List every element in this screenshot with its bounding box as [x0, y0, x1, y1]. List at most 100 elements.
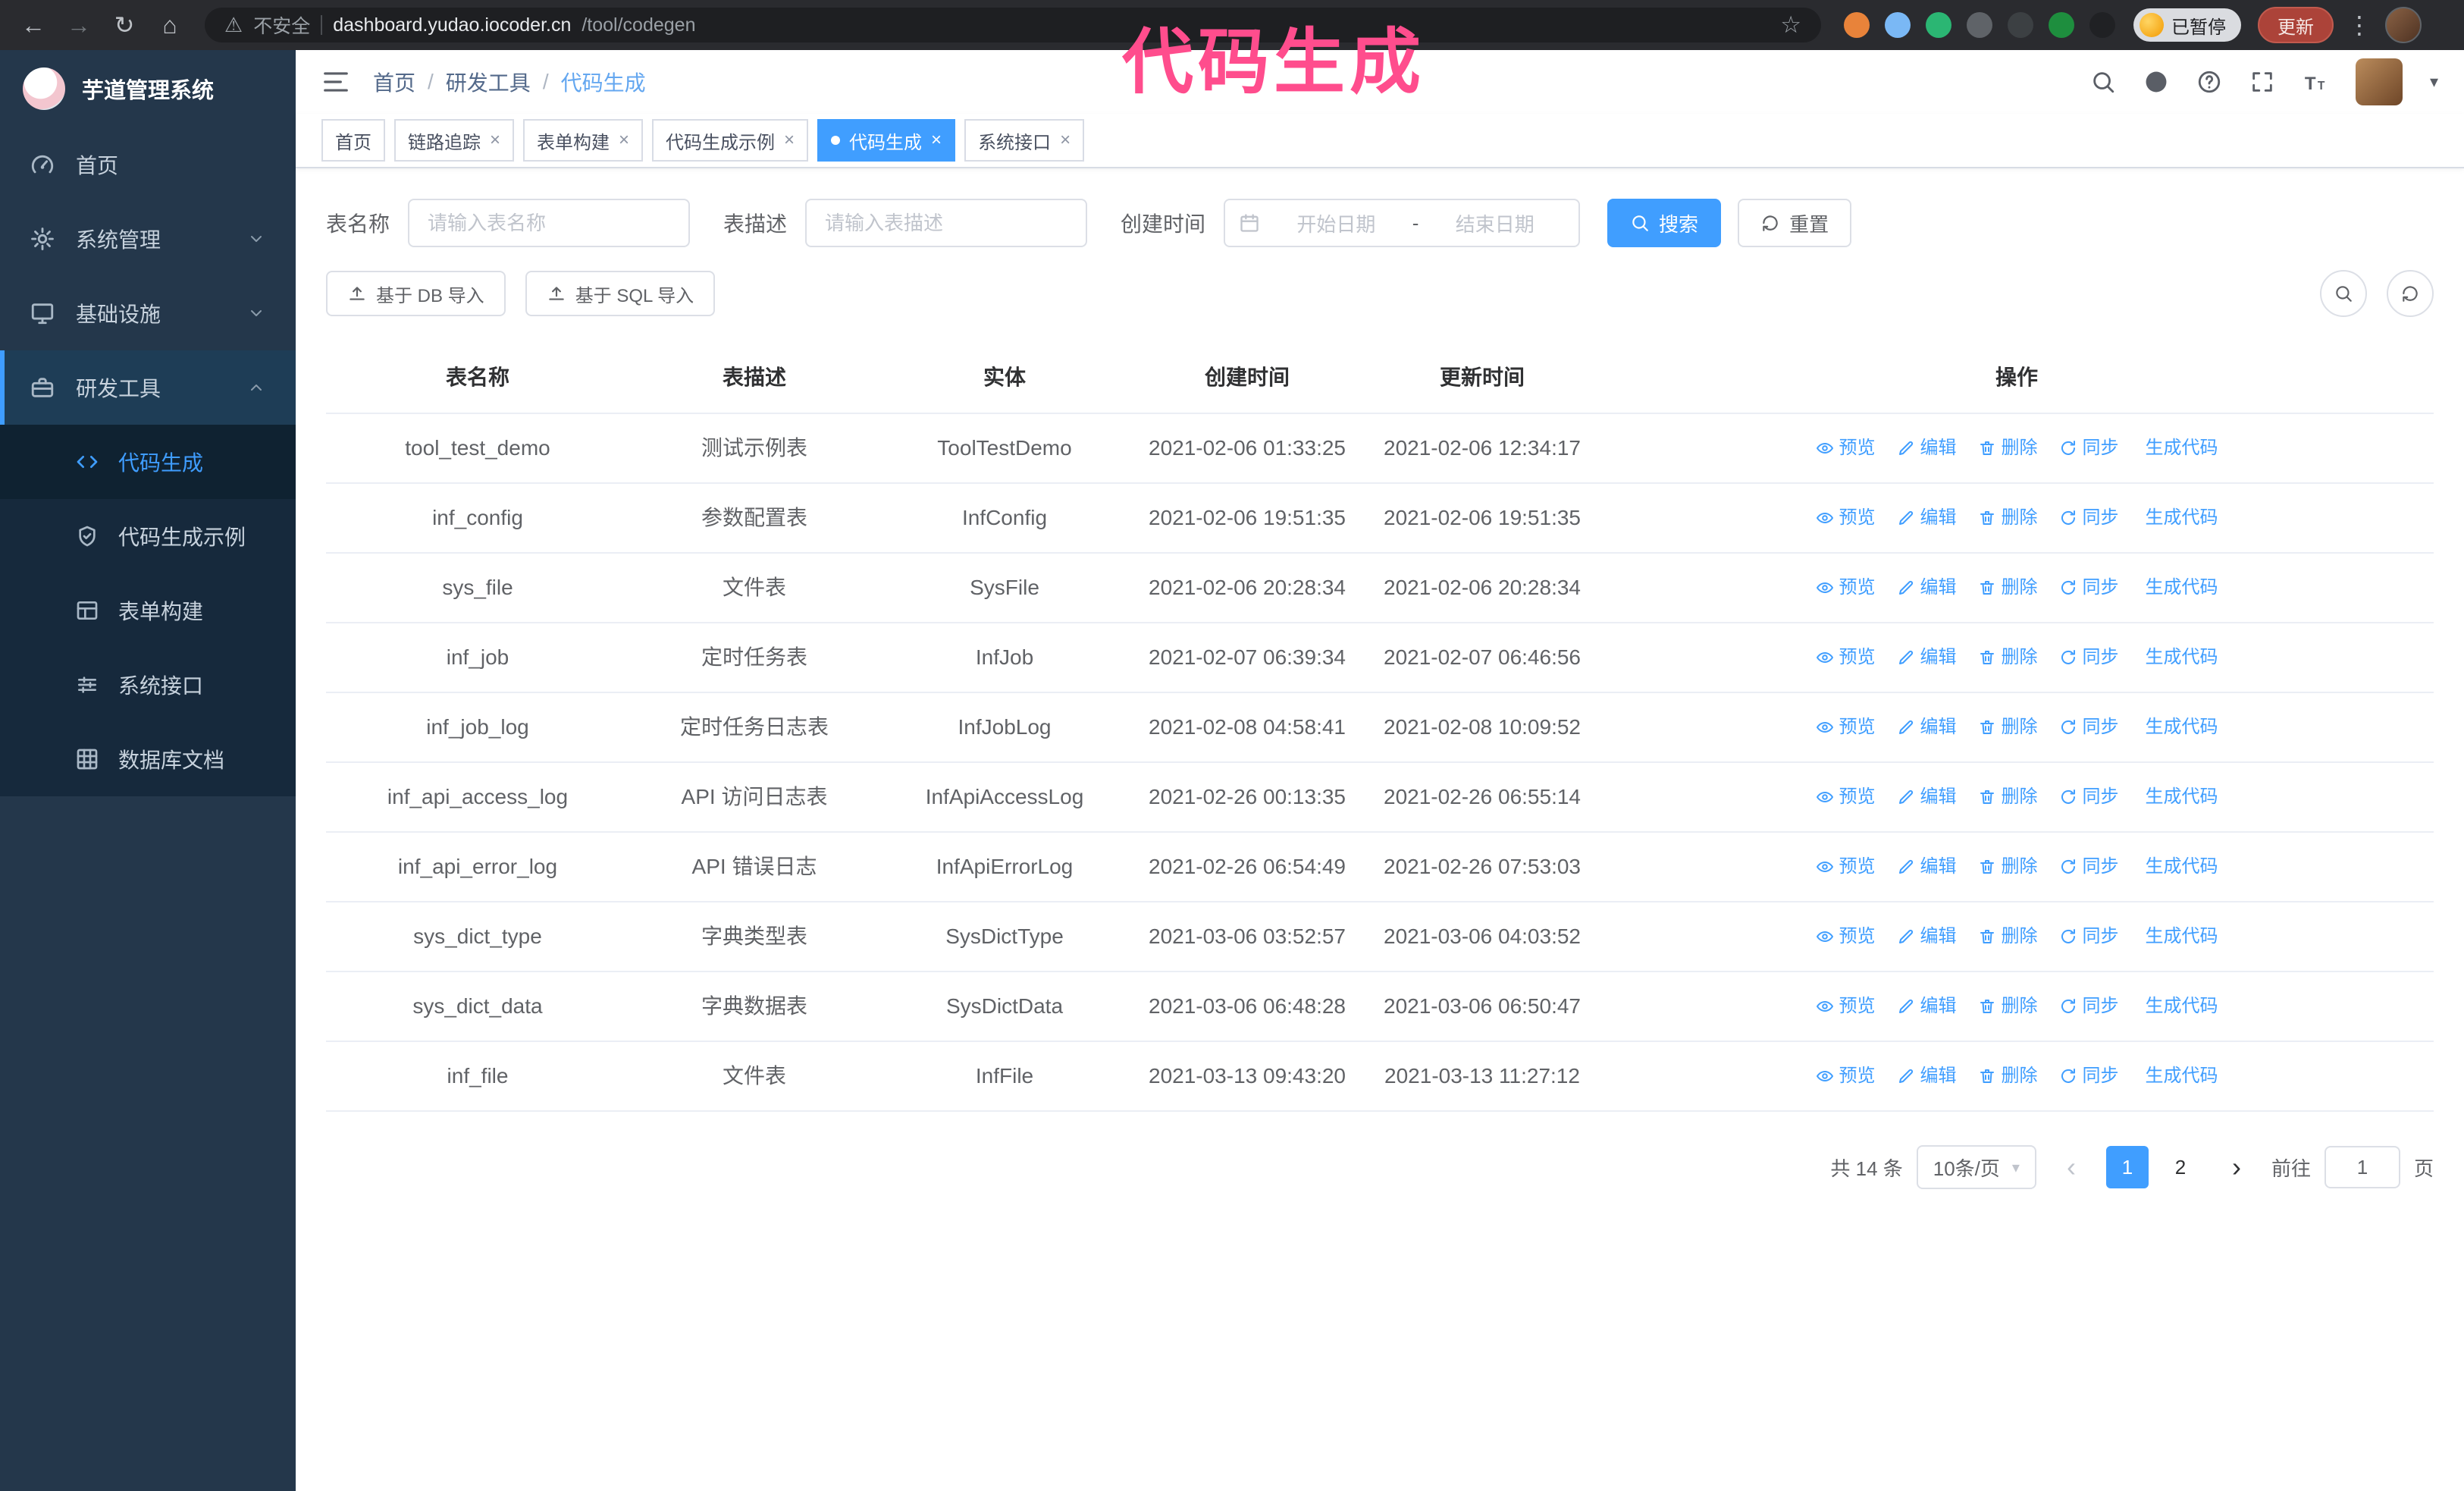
delete-action[interactable]: 删除	[1978, 434, 2038, 463]
preview-action[interactable]: 预览	[1816, 573, 1876, 602]
sidebar-item-1[interactable]: 首页	[0, 127, 296, 202]
edit-action[interactable]: 编辑	[1897, 573, 1957, 602]
edit-action[interactable]: 编辑	[1897, 434, 1957, 463]
delete-action[interactable]: 删除	[1978, 992, 2038, 1021]
extension-lightblue-icon[interactable]	[1885, 12, 1911, 38]
close-icon[interactable]: ×	[490, 130, 500, 151]
breadcrumb-item[interactable]: 首页	[373, 67, 415, 97]
generate-code-action[interactable]: 生成代码	[2140, 643, 2218, 672]
sidebar-logo[interactable]: 芋道管理系统	[0, 50, 296, 127]
sidebar-subitem-3[interactable]: 表单构建	[0, 573, 296, 648]
import-db-button[interactable]: 基于 DB 导入	[326, 271, 506, 316]
generate-code-action[interactable]: 生成代码	[2140, 1062, 2218, 1091]
sync-action[interactable]: 同步	[2059, 643, 2119, 672]
close-icon[interactable]: ×	[784, 130, 795, 151]
browser-profile-avatar[interactable]	[2385, 7, 2422, 43]
tab-6[interactable]: 系统接口 ×	[964, 119, 1085, 162]
generate-code-action[interactable]: 生成代码	[2140, 852, 2218, 881]
preview-action[interactable]: 预览	[1816, 922, 1876, 951]
date-start-placeholder[interactable]: 开始日期	[1266, 209, 1406, 237]
edit-action[interactable]: 编辑	[1897, 713, 1957, 742]
edit-action[interactable]: 编辑	[1897, 1062, 1957, 1091]
tab-5[interactable]: 代码生成 ×	[817, 119, 956, 162]
fullscreen-icon[interactable]	[2249, 69, 2275, 95]
sidebar-item-4[interactable]: 研发工具	[0, 350, 296, 425]
sync-action[interactable]: 同步	[2059, 992, 2119, 1021]
sync-action[interactable]: 同步	[2059, 573, 2119, 602]
close-icon[interactable]: ×	[619, 130, 629, 151]
close-icon[interactable]: ×	[931, 130, 942, 151]
home-icon[interactable]: ⌂	[150, 5, 190, 45]
delete-action[interactable]: 删除	[1978, 573, 2038, 602]
tab-2[interactable]: 链路追踪 ×	[394, 119, 515, 162]
sync-action[interactable]: 同步	[2059, 1062, 2119, 1091]
extension-grid-icon[interactable]	[1967, 12, 1992, 38]
sidebar-subitem-2[interactable]: 代码生成示例	[0, 499, 296, 573]
forward-icon[interactable]: →	[59, 5, 99, 45]
delete-action[interactable]: 删除	[1978, 852, 2038, 881]
caret-down-icon[interactable]: ▾	[2430, 72, 2438, 92]
user-avatar[interactable]	[2355, 58, 2403, 105]
sync-action[interactable]: 同步	[2059, 434, 2119, 463]
generate-code-action[interactable]: 生成代码	[2140, 434, 2218, 463]
extension-leaf-icon[interactable]	[2049, 12, 2074, 38]
sync-action[interactable]: 同步	[2059, 713, 2119, 742]
import-sql-button[interactable]: 基于 SQL 导入	[525, 271, 716, 316]
preview-action[interactable]: 预览	[1816, 783, 1876, 811]
back-icon[interactable]: ←	[14, 5, 53, 45]
edit-action[interactable]: 编辑	[1897, 852, 1957, 881]
edit-action[interactable]: 编辑	[1897, 783, 1957, 811]
breadcrumb-item[interactable]: 研发工具	[446, 67, 531, 97]
preview-action[interactable]: 预览	[1816, 852, 1876, 881]
page-button-2[interactable]: 2	[2158, 1146, 2202, 1188]
bookmark-star-icon[interactable]: ☆	[1780, 11, 1801, 39]
sidebar-item-3[interactable]: 基础设施	[0, 276, 296, 350]
sidebar-item-2[interactable]: 系统管理	[0, 202, 296, 276]
next-page-button[interactable]: ›	[2215, 1146, 2258, 1188]
generate-code-action[interactable]: 生成代码	[2140, 922, 2218, 951]
edit-action[interactable]: 编辑	[1897, 504, 1957, 532]
table-desc-input[interactable]	[805, 199, 1088, 247]
delete-action[interactable]: 删除	[1978, 922, 2038, 951]
tab-3[interactable]: 表单构建 ×	[523, 119, 644, 162]
generate-code-action[interactable]: 生成代码	[2140, 992, 2218, 1021]
browser-menu-icon[interactable]: ⋮	[2340, 11, 2379, 39]
search-button[interactable]: 搜索	[1607, 199, 1722, 247]
preview-action[interactable]: 预览	[1816, 504, 1876, 532]
goto-page-input[interactable]	[2324, 1146, 2400, 1188]
reload-icon[interactable]: ↻	[105, 5, 144, 45]
hamburger-icon[interactable]	[321, 67, 350, 96]
table-name-input[interactable]	[408, 199, 691, 247]
generate-code-action[interactable]: 生成代码	[2140, 573, 2218, 602]
page-button-1[interactable]: 1	[2105, 1146, 2149, 1188]
reset-button[interactable]: 重置	[1738, 199, 1852, 247]
edit-action[interactable]: 编辑	[1897, 643, 1957, 672]
date-end-placeholder[interactable]: 结束日期	[1425, 209, 1565, 237]
date-range-picker[interactable]: 开始日期 - 结束日期	[1224, 199, 1581, 247]
delete-action[interactable]: 删除	[1978, 1062, 2038, 1091]
delete-action[interactable]: 删除	[1978, 504, 2038, 532]
sidebar-subitem-4[interactable]: 系统接口	[0, 648, 296, 722]
prev-page-button[interactable]: ‹	[2049, 1146, 2093, 1188]
tab-4[interactable]: 代码生成示例 ×	[652, 119, 809, 162]
delete-action[interactable]: 删除	[1978, 643, 2038, 672]
edit-action[interactable]: 编辑	[1897, 992, 1957, 1021]
preview-action[interactable]: 预览	[1816, 643, 1876, 672]
sync-action[interactable]: 同步	[2059, 852, 2119, 881]
generate-code-action[interactable]: 生成代码	[2140, 713, 2218, 742]
close-icon[interactable]: ×	[1060, 130, 1071, 151]
refresh-table-button[interactable]	[2387, 270, 2434, 317]
tab-1[interactable]: 首页	[321, 119, 385, 162]
sync-action[interactable]: 同步	[2059, 922, 2119, 951]
preview-action[interactable]: 预览	[1816, 992, 1876, 1021]
extension-orange-icon[interactable]	[1844, 12, 1870, 38]
generate-code-action[interactable]: 生成代码	[2140, 504, 2218, 532]
edit-action[interactable]: 编辑	[1897, 922, 1957, 951]
sidebar-subitem-1[interactable]: 代码生成	[0, 425, 296, 499]
extension-green-check-icon[interactable]	[1926, 12, 1951, 38]
sidebar-subitem-5[interactable]: 数据库文档	[0, 722, 296, 796]
paused-badge[interactable]: 已暂停	[2133, 8, 2241, 42]
address-bar[interactable]: ⚠ 不安全 dashboard.yudao.iocoder.cn/tool/co…	[205, 8, 1821, 42]
toggle-search-button[interactable]	[2320, 270, 2367, 317]
preview-action[interactable]: 预览	[1816, 1062, 1876, 1091]
